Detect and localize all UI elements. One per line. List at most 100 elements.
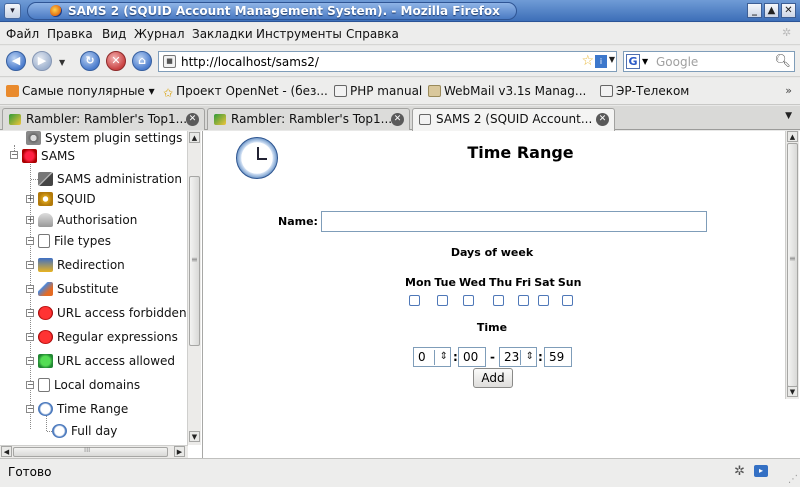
- tree-item-sams-administration[interactable]: SAMS administration: [38, 172, 182, 190]
- stop-button[interactable]: ✕: [106, 51, 126, 71]
- scroll-down-icon[interactable]: ▼: [189, 431, 200, 442]
- time-label: Time: [476, 321, 508, 334]
- tree-item-system-plugin-settings[interactable]: System plugin settings: [26, 131, 182, 149]
- search-box[interactable]: G ▼ Google 🔍︎: [623, 51, 795, 72]
- maximize-button[interactable]: ▲: [764, 3, 779, 18]
- close-button[interactable]: ✕: [781, 3, 796, 18]
- tree-collapse-icon[interactable]: −: [26, 237, 34, 245]
- tree-collapse-icon[interactable]: −: [26, 261, 34, 269]
- bookmarks-overflow-icon[interactable]: »: [785, 84, 792, 97]
- tab-rambler-2[interactable]: Rambler: Rambler's Top1... ✕: [207, 108, 410, 130]
- tree-item-redirection[interactable]: Redirection: [38, 258, 125, 276]
- checkbox-tue[interactable]: [437, 295, 448, 306]
- end-hour-spinner[interactable]: 23 ⇕: [499, 347, 537, 367]
- tree-collapse-icon[interactable]: −: [26, 381, 34, 389]
- reload-button[interactable]: ↻: [80, 51, 100, 71]
- url-bar[interactable]: ■ http://localhost/sams2/ ☆ i ▼: [158, 51, 617, 72]
- back-button[interactable]: ◀: [6, 51, 26, 71]
- start-minute-input[interactable]: 00: [458, 347, 486, 367]
- tree-collapse-icon[interactable]: −: [26, 309, 34, 317]
- google-engine-icon[interactable]: G: [626, 54, 640, 69]
- menu-bookmarks[interactable]: Закладки: [192, 27, 253, 41]
- tree-collapse-icon[interactable]: −: [26, 405, 34, 413]
- name-input[interactable]: [321, 211, 707, 232]
- tree-item-url-access-forbidden[interactable]: URL access forbidden: [38, 306, 187, 324]
- home-button[interactable]: ⌂: [132, 51, 152, 71]
- resize-grip-icon[interactable]: ⋰: [788, 474, 798, 485]
- start-hour-spinner[interactable]: 0 ⇕: [413, 347, 451, 367]
- menu-help[interactable]: Справка: [346, 27, 399, 41]
- checkbox-mon[interactable]: [409, 295, 420, 306]
- tab-rambler-1[interactable]: Rambler: Rambler's Top1... ✕: [2, 108, 205, 130]
- tree-item-time-range[interactable]: Time Range: [38, 402, 128, 420]
- sidebar-horizontal-scrollbar[interactable]: ◀ III ▶: [0, 445, 188, 458]
- menu-file[interactable]: Файл: [6, 27, 39, 41]
- scroll-down-icon[interactable]: ▼: [787, 386, 798, 397]
- checkbox-thu[interactable]: [493, 295, 504, 306]
- tree-expand-icon[interactable]: +: [26, 195, 34, 203]
- addon-puzzle-icon[interactable]: ✲: [734, 464, 745, 479]
- tab-list-dropdown-icon[interactable]: ▼: [785, 111, 792, 121]
- checkbox-sun[interactable]: [562, 295, 573, 306]
- bookmark-most-visited[interactable]: Самые популярные ▾: [6, 84, 155, 98]
- engine-dropdown-icon[interactable]: ▼: [642, 57, 648, 66]
- tree-connector: [31, 179, 38, 180]
- url-text[interactable]: http://localhost/sams2/: [181, 55, 319, 69]
- tree-item-file-types[interactable]: File types: [38, 234, 111, 252]
- tree-item-url-access-allowed[interactable]: URL access allowed: [38, 354, 175, 372]
- tree-item-regular-expressions[interactable]: Regular expressions: [38, 330, 178, 348]
- window-menu-button[interactable]: ▾: [4, 3, 21, 19]
- tree-item-full-day[interactable]: Full day: [52, 424, 117, 442]
- search-magnifier-icon[interactable]: 🔍︎: [774, 54, 791, 69]
- history-dropdown-icon[interactable]: ▼: [59, 58, 65, 67]
- scroll-up-icon[interactable]: ▲: [189, 132, 200, 143]
- allowed-icon: [38, 354, 53, 368]
- tree-collapse-icon[interactable]: −: [26, 333, 34, 341]
- tree-item-sams[interactable]: SAMS: [22, 149, 75, 167]
- checkbox-sat[interactable]: [538, 295, 549, 306]
- checkbox-fri[interactable]: [518, 295, 529, 306]
- tab-close-icon[interactable]: ✕: [391, 113, 404, 126]
- tab-close-icon[interactable]: ✕: [596, 113, 609, 126]
- scroll-left-icon[interactable]: ◀: [1, 446, 12, 457]
- bookmark-php-manual[interactable]: PHP manual: [334, 84, 422, 98]
- tree-item-authorisation[interactable]: Authorisation: [38, 213, 137, 231]
- add-button[interactable]: Add: [473, 368, 513, 388]
- main-vertical-scrollbar[interactable]: ▲ ≡ ▼: [785, 131, 799, 399]
- main-scroll-thumb[interactable]: ≡: [787, 143, 798, 387]
- spinner-arrows-icon[interactable]: ⇕: [440, 350, 448, 364]
- feed-icon[interactable]: i: [595, 55, 607, 68]
- checkbox-wed[interactable]: [463, 295, 474, 306]
- scroll-right-icon[interactable]: ▶: [174, 446, 185, 457]
- bookmark-star-icon[interactable]: ☆: [581, 53, 594, 69]
- sidebar-scroll-thumb[interactable]: ≡: [189, 176, 200, 346]
- bookmark-opennet[interactable]: ✩ Проект OpenNet - (без...: [163, 84, 328, 100]
- end-minute-input[interactable]: 59: [544, 347, 572, 367]
- bookmark-er-telecom[interactable]: ЭР-Телеком: [600, 84, 689, 98]
- bookmark-webmail[interactable]: WebMail v3.1s Manag...: [428, 84, 586, 98]
- sidebar-vertical-scrollbar[interactable]: ▲ ≡ ▼: [187, 131, 201, 445]
- tree-collapse-icon[interactable]: −: [26, 285, 34, 293]
- tree-collapse-icon[interactable]: −: [10, 151, 18, 159]
- tree-item-label: SQUID: [57, 192, 96, 206]
- window-controls: _ ▲ ✕: [747, 3, 796, 18]
- tree-item-substitute[interactable]: Substitute: [38, 282, 119, 300]
- notification-icon[interactable]: ▸: [754, 465, 768, 477]
- menu-view[interactable]: Вид: [102, 27, 126, 41]
- sidebar-hscroll-thumb[interactable]: III: [13, 446, 168, 457]
- tree-collapse-icon[interactable]: −: [26, 357, 34, 365]
- minimize-button[interactable]: _: [747, 3, 762, 18]
- tree-item-squid[interactable]: SQUID: [38, 192, 96, 210]
- search-input[interactable]: Google: [656, 55, 698, 69]
- scroll-up-icon[interactable]: ▲: [787, 131, 798, 142]
- tree-item-local-domains[interactable]: Local domains: [38, 378, 140, 396]
- tree-expand-icon[interactable]: +: [26, 216, 34, 224]
- menu-tools[interactable]: Инструменты: [256, 27, 342, 41]
- tab-sams2[interactable]: SAMS 2 (SQUID Account... ✕: [412, 108, 615, 131]
- tab-close-icon[interactable]: ✕: [186, 113, 199, 126]
- spinner-arrows-icon[interactable]: ⇕: [526, 350, 534, 364]
- url-dropdown-icon[interactable]: ▼: [609, 55, 615, 64]
- menu-history[interactable]: Журнал: [134, 27, 185, 41]
- forward-button[interactable]: ▶: [32, 51, 52, 71]
- menu-edit[interactable]: Правка: [47, 27, 93, 41]
